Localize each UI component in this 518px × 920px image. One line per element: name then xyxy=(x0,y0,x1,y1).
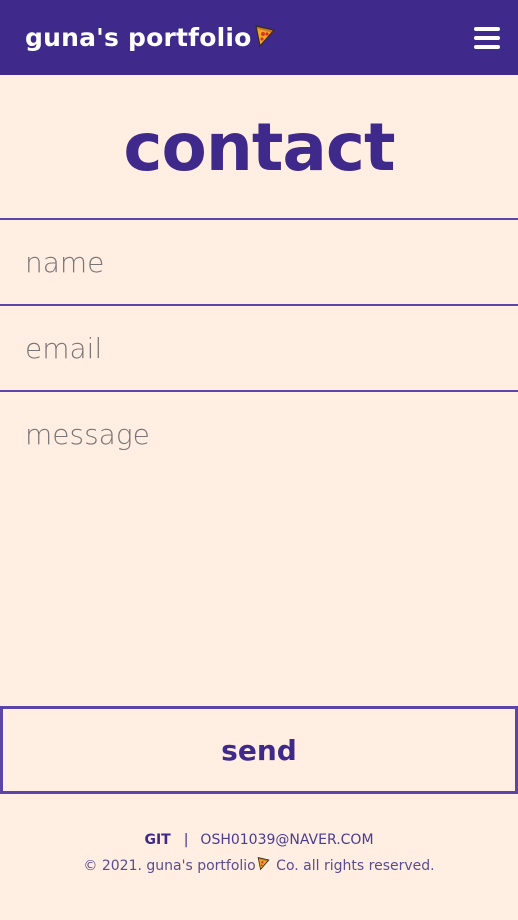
email-link[interactable]: OSH01039@NAVER.COM xyxy=(200,832,373,848)
message-field[interactable] xyxy=(0,392,518,706)
copyright-suffix: Co. all rights reserved. xyxy=(271,857,435,874)
send-button[interactable]: send xyxy=(0,706,518,794)
copyright: © 2021. guna's portfolio Co. all rights … xyxy=(0,856,518,875)
footer-links: GIT | OSH01039@NAVER.COM xyxy=(0,832,518,848)
name-field[interactable] xyxy=(0,220,518,306)
hamburger-menu-icon[interactable] xyxy=(474,26,500,49)
copyright-prefix: © 2021. guna's portfolio xyxy=(83,857,256,874)
footer-separator: | xyxy=(183,832,189,848)
git-link[interactable]: GIT xyxy=(144,832,170,848)
brand-link[interactable]: guna's portfolio xyxy=(25,23,276,52)
navbar: guna's portfolio xyxy=(0,0,518,75)
contact-section: contact send xyxy=(0,75,518,794)
brand-title: guna's portfolio xyxy=(25,23,252,52)
contact-form: send xyxy=(0,220,518,794)
email-field[interactable] xyxy=(0,306,518,392)
title-container: contact xyxy=(0,75,518,220)
pizza-icon xyxy=(254,24,276,52)
page-title: contact xyxy=(123,109,395,186)
footer: GIT | OSH01039@NAVER.COM © 2021. guna's … xyxy=(0,794,518,875)
pizza-icon xyxy=(257,856,270,875)
